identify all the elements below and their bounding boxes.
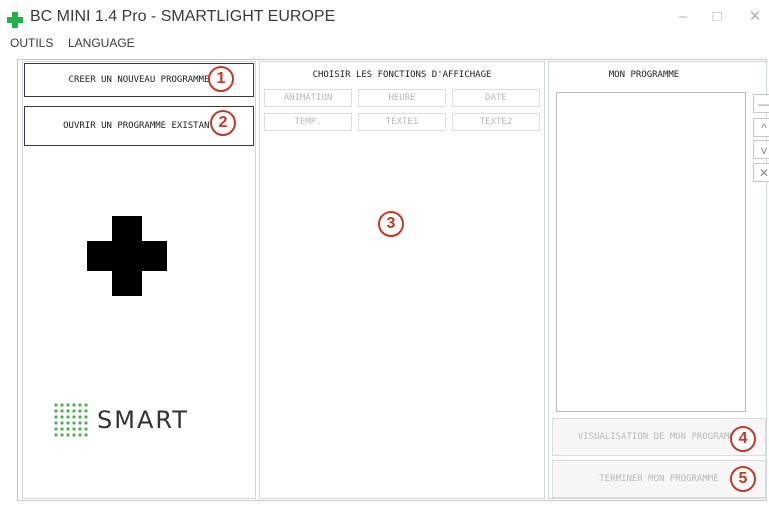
- annotation-4: 4: [730, 426, 756, 452]
- function-button-date[interactable]: DATE: [452, 89, 540, 107]
- arrow-up-icon[interactable]: ^: [753, 118, 769, 137]
- annotation-2: 2: [210, 110, 236, 136]
- annotation-5: 5: [730, 466, 756, 492]
- title-bar: BC MINI 1.4 Pro - SMARTLIGHT EUROPE – □ …: [0, 0, 769, 36]
- function-button-texte1[interactable]: TEXTE1: [358, 113, 446, 131]
- smart-logo-text: SMART: [97, 406, 189, 434]
- function-button-heure[interactable]: HEURE: [358, 89, 446, 107]
- maximize-icon[interactable]: □: [706, 8, 728, 26]
- program-header: MON PROGRAMME: [608, 70, 680, 80]
- middle-panel: CHOISIR LES FONCTIONS D'AFFICHAGE ANIMAT…: [259, 61, 545, 499]
- plus-logo-icon: [87, 216, 167, 301]
- function-button-temp[interactable]: TEMP.: [264, 113, 352, 131]
- program-list[interactable]: [556, 92, 746, 412]
- function-button-texte2[interactable]: TEXTE2: [452, 113, 540, 131]
- menu-bar: OUTILS LANGUAGE: [0, 34, 769, 52]
- menu-outils[interactable]: OUTILS: [10, 36, 53, 50]
- menu-language[interactable]: LANGUAGE: [68, 36, 135, 50]
- app-cross-icon: [6, 11, 24, 29]
- function-button-animation[interactable]: ANIMATION: [264, 89, 352, 107]
- arrow-down-icon[interactable]: v: [753, 140, 769, 159]
- minus-icon[interactable]: —: [753, 94, 769, 113]
- annotation-1: 1: [208, 66, 234, 92]
- annotation-3: 3: [378, 211, 404, 237]
- window-title: BC MINI 1.4 Pro - SMARTLIGHT EUROPE: [30, 8, 336, 25]
- smart-dots-icon: [53, 402, 89, 443]
- minimize-icon[interactable]: –: [672, 8, 694, 26]
- close-icon[interactable]: ✕: [744, 8, 766, 26]
- delete-icon[interactable]: ✕: [753, 163, 769, 182]
- functions-header: CHOISIR LES FONCTIONS D'AFFICHAGE: [312, 70, 492, 80]
